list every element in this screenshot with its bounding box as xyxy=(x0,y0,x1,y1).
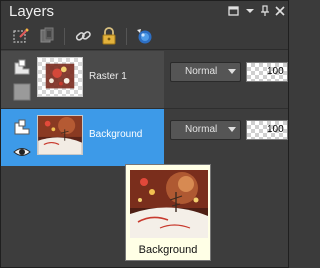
toolbar-divider xyxy=(126,28,127,45)
layer-name[interactable]: Raster 1 xyxy=(89,71,127,82)
toolbar-divider xyxy=(64,28,65,45)
layer-icon-column xyxy=(13,59,31,101)
close-icon[interactable] xyxy=(273,4,287,18)
panel-title: Layers xyxy=(9,3,55,20)
shield-icon[interactable] xyxy=(134,26,154,46)
panel-titlebar[interactable]: Layers xyxy=(1,1,288,23)
raster-layer-icon xyxy=(13,119,31,137)
chevron-down-icon[interactable] xyxy=(243,4,257,18)
chevron-down-icon xyxy=(228,127,236,132)
layer-icon-column xyxy=(13,117,31,159)
pin-icon[interactable] xyxy=(258,4,272,18)
layers-toolbar xyxy=(1,23,288,50)
blend-mode-select[interactable]: Normal xyxy=(170,62,241,82)
blend-mode-value: Normal xyxy=(185,66,218,77)
opacity-field[interactable]: 100 xyxy=(246,62,288,82)
lock-icon[interactable] xyxy=(99,26,119,46)
edit-selection-icon[interactable] xyxy=(11,26,31,46)
tooltip-label: Background xyxy=(138,244,198,256)
layer-row-background[interactable]: Background Normal 100 xyxy=(1,109,288,166)
layer-row-left[interactable]: Raster 1 xyxy=(1,51,164,108)
layer-properties: Normal 100 xyxy=(164,109,288,166)
mask-icon[interactable] xyxy=(37,26,57,46)
chevron-down-icon xyxy=(228,69,236,74)
raster-layer-icon xyxy=(13,59,31,77)
layer-properties: Normal 100 xyxy=(164,51,288,108)
layer-thumbnail[interactable] xyxy=(37,57,83,97)
layer-preview-tooltip: Background xyxy=(125,164,211,261)
visibility-off-icon[interactable] xyxy=(13,83,31,101)
layer-thumbnail[interactable] xyxy=(37,115,83,155)
opacity-value: 100 xyxy=(267,66,284,77)
layer-name[interactable]: Background xyxy=(89,129,142,140)
layer-row-raster-1[interactable]: Raster 1 Normal 100 xyxy=(1,51,288,108)
layer-row-left[interactable]: Background xyxy=(1,109,164,166)
eye-icon[interactable] xyxy=(13,143,31,161)
tooltip-thumbnail xyxy=(130,170,208,238)
blend-mode-select[interactable]: Normal xyxy=(170,120,241,140)
link-icon[interactable] xyxy=(73,26,93,46)
opacity-value: 100 xyxy=(267,124,284,135)
restore-icon[interactable] xyxy=(227,4,241,18)
layers-panel: Layers Raster 1 Normal 100 Background No… xyxy=(0,0,289,268)
blend-mode-value: Normal xyxy=(185,124,218,135)
opacity-field[interactable]: 100 xyxy=(246,120,288,140)
